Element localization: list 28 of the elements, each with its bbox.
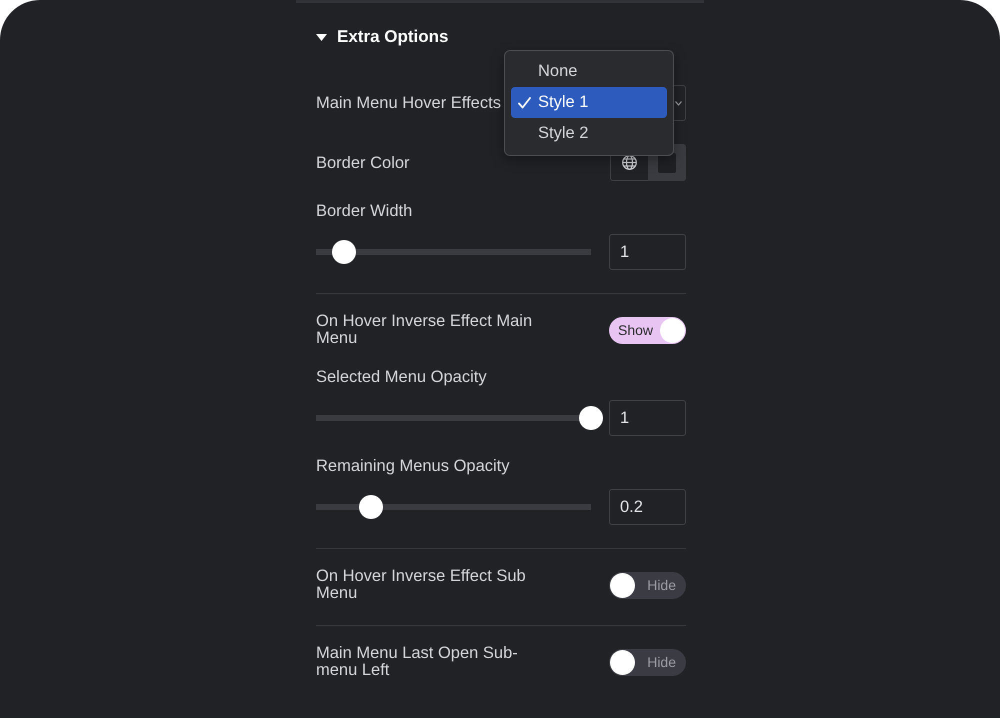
globe-icon — [622, 155, 637, 170]
number-input[interactable]: 0.2 — [609, 489, 686, 525]
dropdown-option[interactable]: None — [511, 56, 667, 87]
dropdown-option[interactable]: Style 2 — [511, 118, 667, 149]
toggle-switch[interactable]: Hide — [609, 572, 686, 598]
toggle-knob-icon — [660, 318, 685, 342]
chevron-down-icon — [675, 100, 682, 106]
number-input[interactable]: 1 — [609, 400, 686, 436]
field-label: Remaining Menus Opacity — [316, 456, 510, 476]
toggle-knob-icon — [610, 572, 635, 598]
field-label: Border Color — [316, 152, 410, 172]
field-label: On Hover Inverse Effect Main Menu — [316, 313, 534, 347]
section-header[interactable]: Extra Options — [316, 26, 448, 48]
slider-thumb[interactable] — [579, 406, 603, 430]
toggle-switch[interactable]: Hide — [609, 648, 686, 676]
number-input[interactable]: 1 — [609, 234, 686, 270]
toggle-switch[interactable]: Show — [609, 316, 686, 344]
toggle-knob-icon — [610, 650, 635, 674]
slider-thumb[interactable] — [359, 495, 383, 519]
field-label: Main Menu Hover Effects — [316, 93, 501, 113]
slider-thumb[interactable] — [332, 240, 356, 264]
field-label: Selected Menu Opacity — [316, 367, 487, 387]
field-label: Border Width — [316, 201, 412, 221]
checkmark-icon — [518, 96, 531, 108]
dropdown-option[interactable]: Style 1 — [511, 87, 667, 118]
caret-down-icon — [316, 34, 327, 40]
field-label: Main Menu Last Open Sub-menu Left — [316, 645, 519, 679]
field-label: On Hover Inverse Effect Sub Menu — [316, 568, 527, 602]
